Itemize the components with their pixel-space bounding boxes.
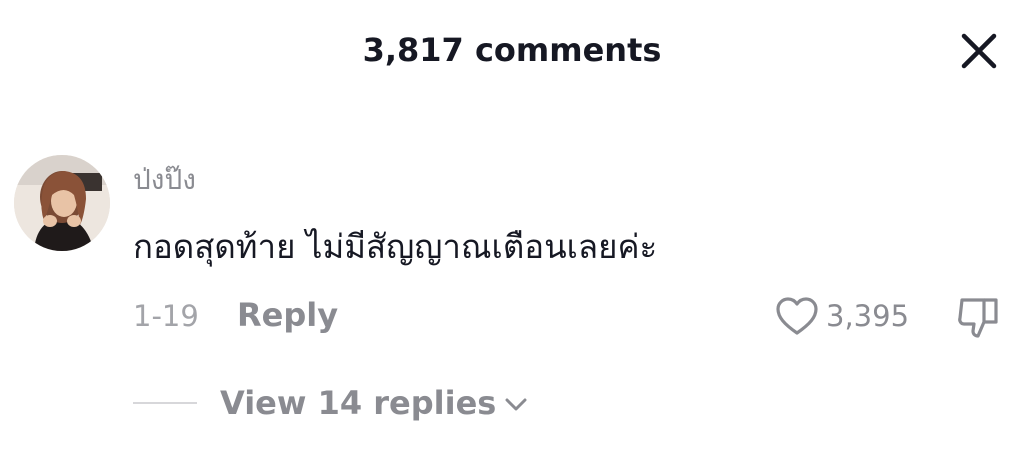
close-button[interactable]	[958, 30, 1000, 72]
avatar[interactable]	[14, 155, 110, 251]
page-title: 3,817 comments	[362, 31, 662, 69]
reply-button[interactable]: Reply	[237, 294, 338, 336]
thumbs-down-icon	[958, 298, 998, 338]
view-replies-button[interactable]: View 14 replies	[220, 381, 528, 425]
user-avatar-image	[14, 155, 110, 251]
comment-date: 1-19	[133, 299, 199, 333]
close-icon	[961, 33, 997, 69]
chevron-down-icon	[505, 398, 527, 411]
like-count: 3,395	[826, 299, 910, 333]
comment-username[interactable]: ป่งป๊ง	[133, 160, 196, 200]
comment-text: กอดสุดท้าย ไม่มีสัญญาณเตือนเลยค่ะ	[133, 227, 658, 266]
dislike-button[interactable]	[954, 292, 1004, 342]
replies-divider	[133, 402, 197, 404]
heart-outline-icon	[776, 297, 818, 335]
like-button[interactable]: 3,395	[774, 292, 909, 340]
view-replies-label: View 14 replies	[220, 384, 497, 422]
